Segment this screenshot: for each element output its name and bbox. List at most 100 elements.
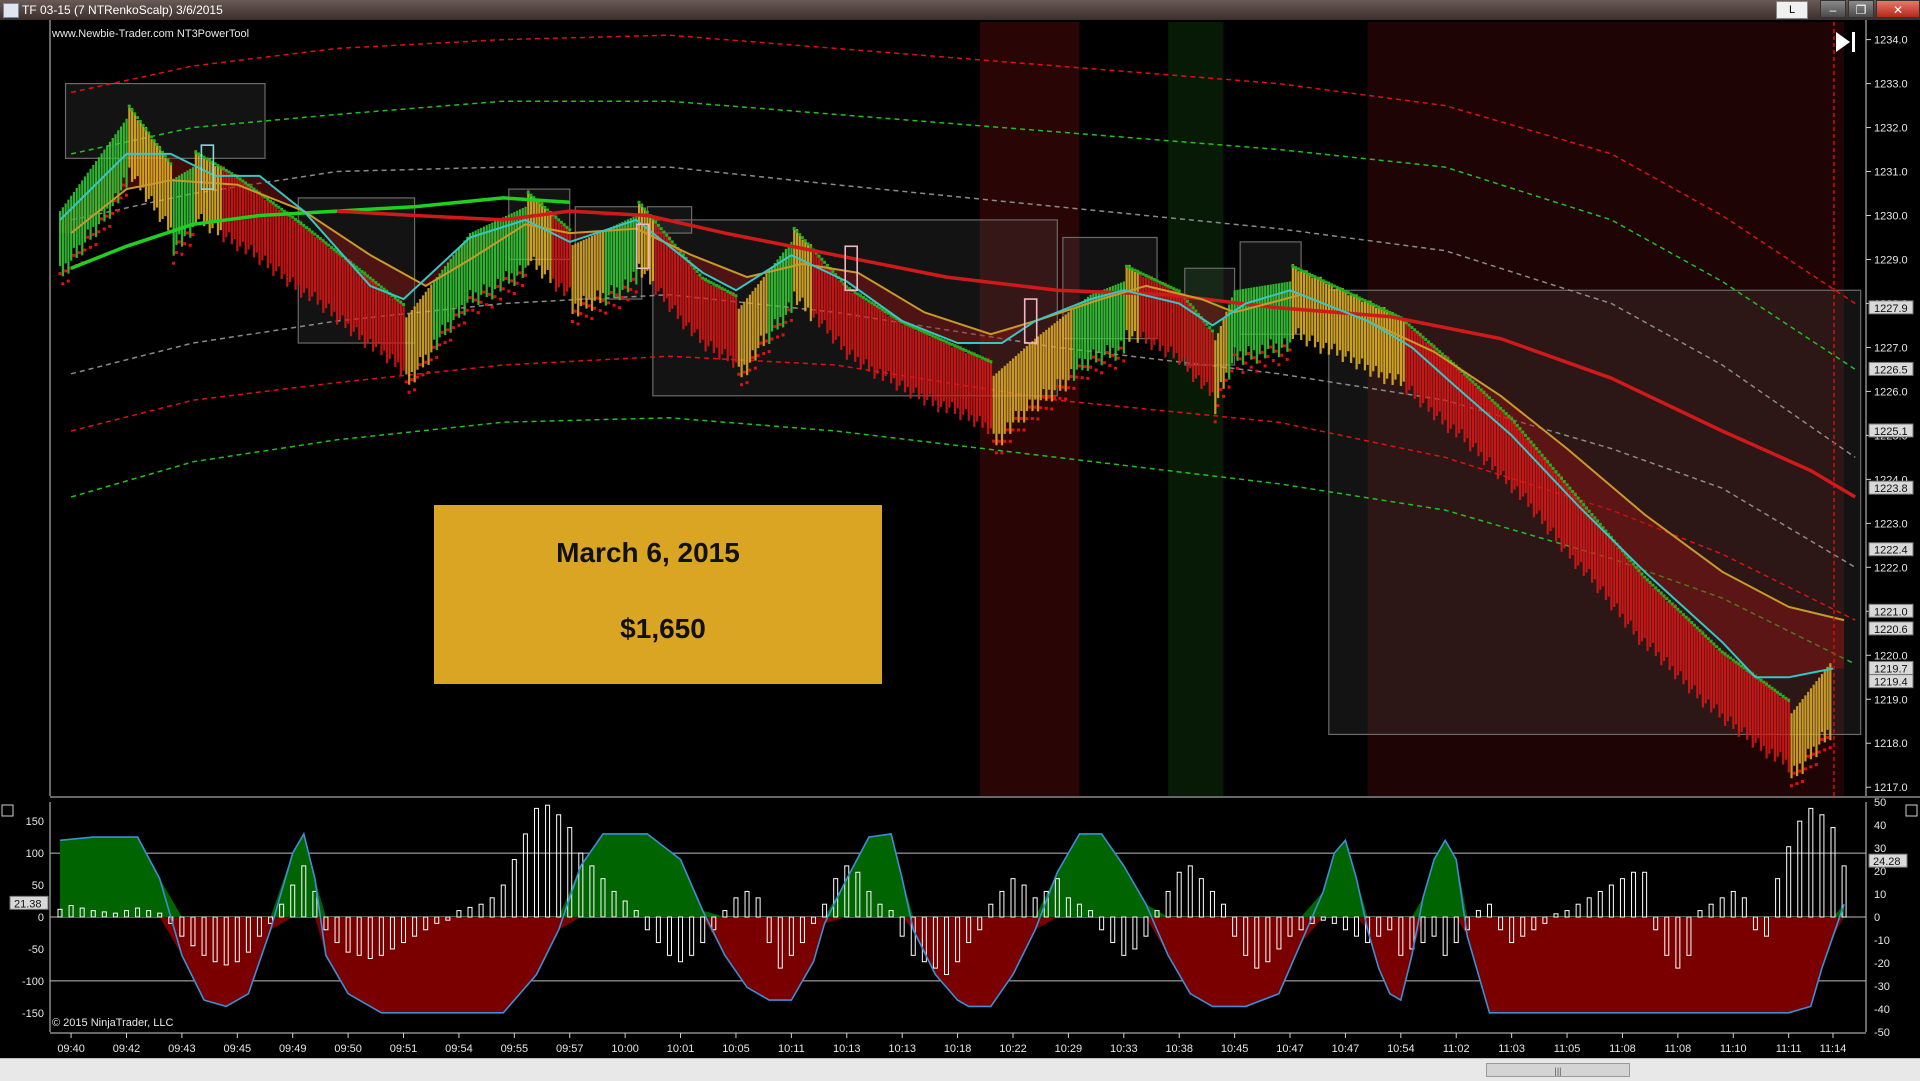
- trail-dot: [474, 298, 478, 302]
- renko-brick: [1358, 297, 1361, 364]
- renko-brick: [391, 298, 394, 355]
- trail-dot: [1377, 305, 1381, 309]
- trail-dot: [147, 131, 151, 135]
- renko-brick: [876, 305, 879, 374]
- renko-brick: [421, 295, 425, 368]
- restore-button[interactable]: ❐: [1848, 0, 1874, 18]
- trail-dot: [1241, 370, 1245, 374]
- renko-brick: [1599, 524, 1602, 590]
- trail-dot: [460, 311, 464, 315]
- trail-dot: [870, 301, 874, 305]
- renko-brick: [410, 310, 414, 373]
- trail-dot: [1690, 621, 1694, 625]
- renko-brick: [671, 241, 674, 309]
- renko-brick: [1469, 377, 1472, 452]
- trail-dot: [1720, 650, 1724, 654]
- trail-dot: [177, 240, 181, 244]
- trail-dot: [1346, 291, 1350, 295]
- minimize-button[interactable]: –: [1820, 0, 1846, 18]
- renko-brick: [510, 213, 513, 274]
- trail-dot: [1637, 569, 1641, 573]
- trail-dot: [227, 170, 231, 174]
- trail-dot: [1349, 292, 1353, 296]
- renko-brick: [70, 195, 73, 261]
- renko-brick: [953, 344, 957, 414]
- renko-brick: [1651, 587, 1655, 643]
- renko-brick: [854, 290, 857, 362]
- renko-brick: [1449, 360, 1452, 429]
- trail-dot: [1227, 385, 1231, 389]
- trail-dot: [778, 322, 782, 326]
- renko-brick: [1236, 289, 1239, 361]
- renko-brick: [1488, 400, 1491, 458]
- renko-brick: [402, 304, 405, 371]
- trail-dot: [1305, 271, 1309, 275]
- price-marker-label: 1223.8: [1874, 483, 1908, 495]
- price-tick-label: 1217.0: [1874, 782, 1908, 794]
- trail-dot: [623, 285, 627, 289]
- trail-dot: [1036, 417, 1040, 421]
- trail-dot: [1382, 308, 1386, 312]
- renko-brick: [341, 258, 344, 316]
- trail-dot: [440, 330, 444, 334]
- renko-brick: [438, 273, 441, 338]
- trail-dot: [100, 217, 104, 221]
- range-box: [64, 82, 266, 159]
- renko-brick: [169, 164, 173, 228]
- scrollbar-thumb[interactable]: |||: [1486, 1063, 1630, 1077]
- renko-brick: [466, 236, 469, 303]
- trail-dot: [587, 304, 591, 308]
- trail-dot: [1194, 309, 1198, 313]
- renko-brick: [216, 164, 220, 236]
- window-titlebar[interactable]: TF 03-15 (7 NTRenkoScalp) 3/6/2015 L – ❐…: [0, 0, 1920, 20]
- renko-brick: [1017, 353, 1020, 423]
- chart-canvas[interactable]: 1234.01233.01232.01231.01230.01229.01228…: [0, 20, 1920, 1058]
- trail-dot: [626, 298, 630, 302]
- renko-brick: [593, 234, 596, 301]
- trail-dot: [1352, 293, 1356, 297]
- renko-brick: [83, 176, 87, 243]
- renko-brick: [632, 216, 635, 272]
- renko-brick: [554, 214, 558, 292]
- renko-brick: [1388, 314, 1391, 374]
- renko-brick: [945, 340, 948, 414]
- renko-brick: [1200, 315, 1203, 389]
- trail-dot: [800, 236, 804, 240]
- trail-dot: [479, 300, 483, 304]
- close-button[interactable]: ✕: [1876, 0, 1920, 18]
- renko-brick: [1663, 596, 1666, 662]
- trail-dot: [438, 343, 442, 347]
- price-marker-label: 1225.1: [1874, 426, 1908, 438]
- renko-brick: [1704, 635, 1707, 704]
- renko-brick: [1649, 583, 1652, 648]
- trail-dot: [1191, 306, 1195, 310]
- trail-dot: [809, 245, 813, 249]
- renko-brick: [288, 215, 292, 283]
- renko-brick: [1136, 269, 1139, 343]
- trail-dot: [1640, 572, 1644, 576]
- renko-brick: [1433, 344, 1436, 421]
- renko-brick: [1338, 290, 1342, 351]
- trail-dot: [1645, 578, 1649, 582]
- trail-dot: [618, 306, 622, 310]
- trail-dot: [1235, 366, 1239, 370]
- time-tick-label: 11:14: [1820, 1043, 1847, 1055]
- renko-brick: [1474, 387, 1477, 444]
- trail-dot: [61, 282, 65, 286]
- renko-brick: [1070, 310, 1073, 370]
- link-button[interactable]: L: [1776, 1, 1808, 19]
- trail-dot: [1482, 391, 1486, 394]
- osc-left-tick-label: -50: [28, 944, 44, 956]
- renko-brick: [928, 336, 932, 395]
- renko-brick: [1042, 332, 1045, 390]
- renko-brick: [480, 227, 483, 295]
- trail-dot: [1792, 771, 1796, 775]
- renko-brick: [754, 287, 757, 361]
- renko-brick: [1011, 358, 1015, 423]
- renko-brick: [1333, 288, 1336, 344]
- trail-dot: [299, 221, 303, 225]
- trail-dot: [1584, 506, 1588, 510]
- renko-brick: [610, 227, 613, 286]
- horizontal-scrollbar[interactable]: |||: [0, 1058, 1920, 1081]
- renko-brick: [1084, 299, 1087, 360]
